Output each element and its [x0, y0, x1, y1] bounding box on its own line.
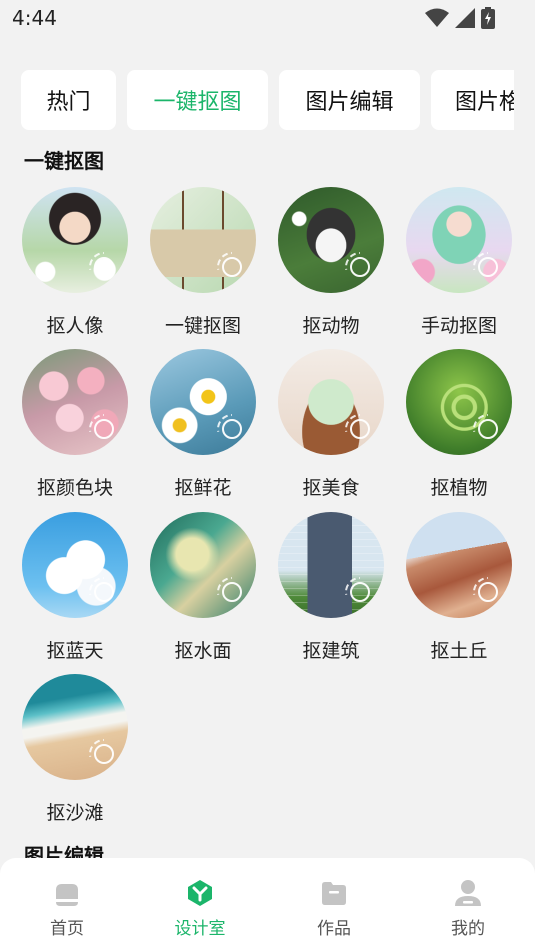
blue-sky-thumb [22, 512, 128, 618]
cutout-item-label: 抠建筑 [302, 640, 360, 662]
cutout-item-manual[interactable]: 手动抠图 [395, 187, 523, 338]
user-icon [453, 878, 483, 908]
nav-home[interactable]: 首页 [17, 878, 117, 939]
cutout-item-beach[interactable]: 抠沙滩 [11, 674, 139, 825]
nav-me[interactable]: 我的 [418, 878, 518, 939]
hills-thumb [406, 512, 512, 618]
cutout-item-portrait[interactable]: 抠人像 [11, 187, 139, 338]
cutout-item-label: 抠水面 [174, 640, 232, 662]
cutout-item-color-block[interactable]: 抠颜色块 [11, 349, 139, 500]
cutout-item-hills[interactable]: 抠土丘 [395, 512, 523, 663]
beach-thumb [22, 674, 128, 780]
tab-one-click-cutout[interactable]: 一键抠图 [127, 70, 268, 130]
pink-blossom-thumb [22, 349, 128, 455]
design-icon [185, 878, 215, 908]
status-time: 4:44 [12, 6, 57, 30]
fern-thumb [406, 349, 512, 455]
cutout-item-sky[interactable]: 抠蓝天 [11, 512, 139, 663]
cutout-item-label: 抠蓝天 [46, 640, 104, 662]
cutout-item-label: 抠土丘 [430, 640, 488, 662]
section-title-cutout: 一键抠图 [24, 149, 104, 173]
home-icon [52, 878, 82, 908]
status-bar: 4:44 [0, 0, 535, 38]
cutout-item-label: 一键抠图 [164, 315, 241, 337]
cutout-item-label: 手动抠图 [420, 315, 497, 337]
cutout-item-label: 抠植物 [430, 477, 488, 499]
nav-works[interactable]: 作品 [284, 878, 384, 939]
cutout-item-plant[interactable]: 抠植物 [395, 349, 523, 500]
cutout-item-water[interactable]: 抠水面 [139, 512, 267, 663]
handbag-thumb [150, 187, 256, 293]
tab-hot[interactable]: 热门 [21, 70, 116, 130]
cutout-item-food[interactable]: 抠美食 [267, 349, 395, 500]
cutout-item-label: 抠动物 [302, 315, 360, 337]
battery-icon [481, 7, 495, 29]
cutout-item-label: 抠颜色块 [36, 477, 113, 499]
category-tabs: 热门 一键抠图 图片编辑 图片格 [21, 70, 514, 130]
nav-label: 首页 [50, 919, 84, 939]
tab-image-edit[interactable]: 图片编辑 [279, 70, 420, 130]
nav-design-studio[interactable]: 设计室 [150, 878, 250, 939]
cutout-item-building[interactable]: 抠建筑 [267, 512, 395, 663]
water-wave-thumb [150, 512, 256, 618]
cutout-item-animal[interactable]: 抠动物 [267, 187, 395, 338]
building-thumb [278, 512, 384, 618]
cutout-item-one-click[interactable]: 一键抠图 [139, 187, 267, 338]
bottom-navigation: 首页 设计室 作品 我的 [0, 858, 535, 951]
daisy-flowers-thumb [150, 349, 256, 455]
nav-label: 设计室 [174, 919, 226, 939]
cutout-item-flowers[interactable]: 抠鲜花 [139, 349, 267, 500]
cutout-item-label: 抠沙滩 [46, 802, 104, 824]
portrait-thumb [22, 187, 128, 293]
tab-image-format[interactable]: 图片格 [431, 70, 514, 130]
wifi-icon [425, 8, 449, 27]
cutout-item-label: 抠鲜花 [174, 477, 232, 499]
husky-thumb [278, 187, 384, 293]
cutout-item-label: 抠人像 [46, 315, 104, 337]
cutout-item-label: 抠美食 [302, 477, 360, 499]
anime-girl-thumb [406, 187, 512, 293]
signal-icon [455, 8, 475, 28]
cat-dessert-thumb [278, 349, 384, 455]
folder-icon [319, 878, 349, 908]
nav-label: 我的 [451, 919, 485, 939]
nav-label: 作品 [317, 919, 351, 939]
status-icons [425, 7, 495, 29]
